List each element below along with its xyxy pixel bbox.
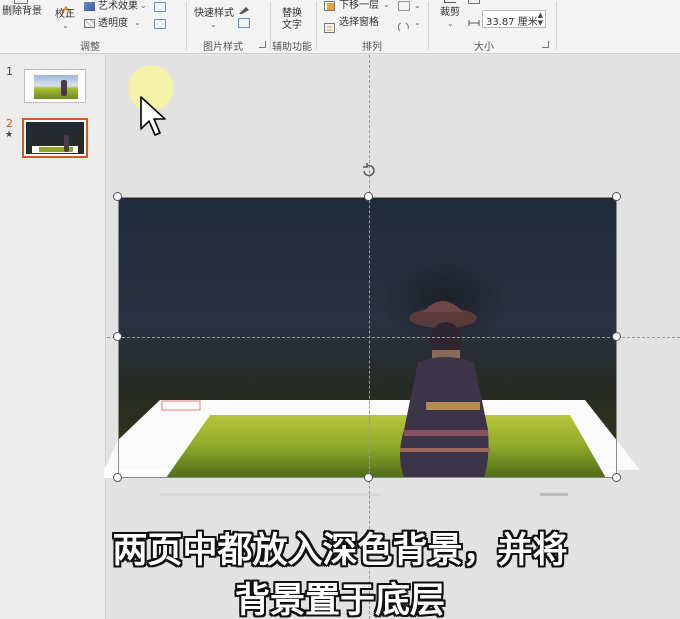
resize-handle-bottom-right[interactable] [612, 473, 621, 482]
resize-handle-top-right[interactable] [612, 192, 621, 201]
resize-handle-bottom[interactable] [364, 473, 373, 482]
resize-handle-top[interactable] [364, 192, 373, 201]
selection-frame[interactable] [118, 197, 617, 478]
cursor-icon [139, 95, 167, 137]
resize-handle-right[interactable] [612, 332, 621, 341]
resize-handle-left[interactable] [113, 332, 122, 341]
subtitle-line-2: 背景置于底层 [234, 581, 445, 619]
subtitle-line-1: 两页中都放入深色背景，并将 [112, 531, 568, 571]
resize-handle-bottom-left[interactable] [113, 473, 122, 482]
rotate-icon[interactable] [361, 162, 377, 178]
resize-handle-top-left[interactable] [113, 192, 122, 201]
